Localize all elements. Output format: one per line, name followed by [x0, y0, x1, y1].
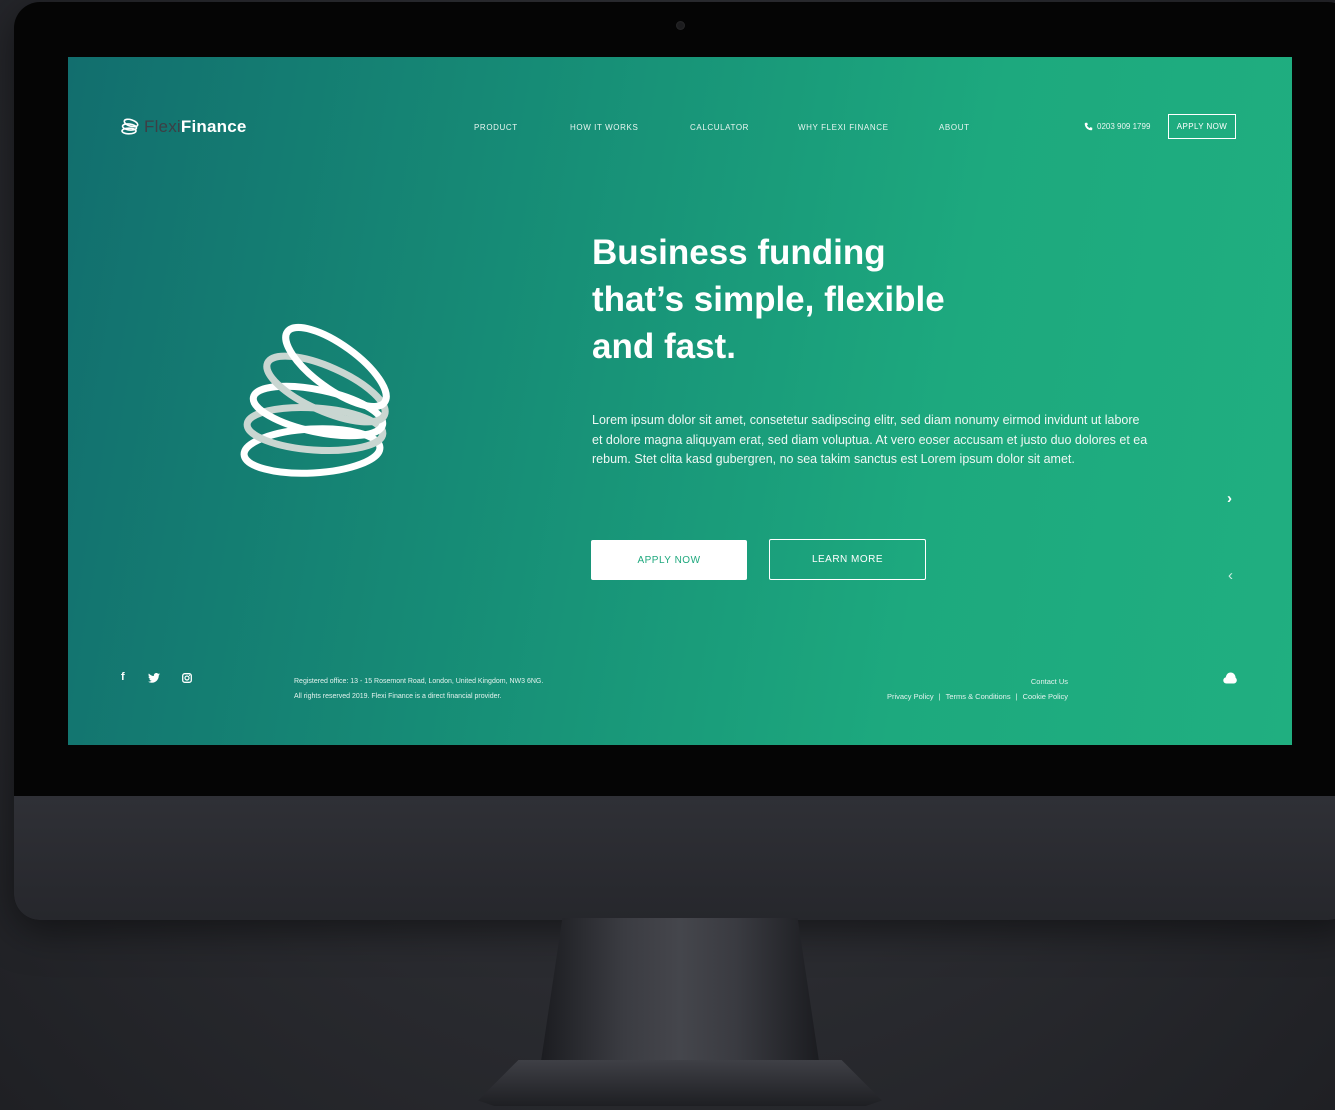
scene-background: FlexiFinance PRODUCT HOW IT WORKS CALCUL…: [0, 0, 1335, 1110]
twitter-icon[interactable]: [148, 673, 160, 683]
nav-how-it-works[interactable]: HOW IT WORKS: [570, 123, 638, 132]
footer-separator: |: [1015, 692, 1018, 701]
nav-why-flexi-finance[interactable]: WHY FLEXI FINANCE: [798, 123, 889, 132]
footer-contact-us-link[interactable]: Contact Us: [1031, 677, 1068, 686]
monitor-chin: [14, 796, 1335, 920]
footer-office-address: Registered office: 13 - 15 Rosemont Road…: [294, 678, 544, 685]
phone-number: 0203 909 1799: [1097, 122, 1151, 131]
hero-title-line-2: that’s simple, flexible: [592, 280, 945, 319]
header-apply-now-button[interactable]: APPLY NOW: [1168, 114, 1236, 139]
nav-calculator[interactable]: CALCULATOR: [690, 123, 749, 132]
footer-rights: All rights reserved 2019. Flexi Finance …: [294, 693, 502, 700]
website-screen: FlexiFinance PRODUCT HOW IT WORKS CALCUL…: [68, 57, 1292, 745]
facebook-icon[interactable]: f: [121, 671, 125, 683]
stacked-rings-icon: [240, 323, 390, 477]
footer-terms-link[interactable]: Terms & Conditions: [946, 692, 1011, 701]
hero-title: Business funding that’s simple, flexible…: [592, 229, 1032, 370]
next-slide-arrow-icon[interactable]: ›: [1227, 491, 1232, 506]
footer-cookie-policy-link[interactable]: Cookie Policy: [1023, 692, 1068, 701]
footer-privacy-policy-link[interactable]: Privacy Policy: [887, 692, 934, 701]
nav-about[interactable]: ABOUT: [939, 123, 970, 132]
instagram-icon[interactable]: [182, 673, 192, 683]
nav-product[interactable]: PRODUCT: [474, 123, 518, 132]
hero-apply-now-button[interactable]: APPLY NOW: [591, 540, 747, 580]
hero-description: Lorem ipsum dolor sit amet, consetetur s…: [592, 413, 1148, 466]
prev-slide-arrow-icon[interactable]: ‹: [1228, 568, 1233, 583]
camera-icon: [676, 21, 685, 30]
phone-contact[interactable]: 0203 909 1799: [1084, 122, 1150, 131]
hero-title-line-1: Business funding: [592, 233, 886, 272]
brand-logo[interactable]: FlexiFinance: [120, 117, 247, 137]
footer-links: Contact Us Privacy Policy | Terms & Condit…: [887, 674, 1068, 704]
monitor-stand-base: [478, 1060, 882, 1106]
hero-learn-more-button[interactable]: LEARN MORE: [769, 539, 926, 580]
footer-separator: |: [938, 692, 941, 701]
phone-icon: [1084, 122, 1093, 131]
hero-title-line-3: and fast.: [592, 327, 736, 366]
footer-company-info: Registered office: 13 - 15 Rosemont Road…: [294, 674, 543, 704]
chat-bubble-icon[interactable]: [1223, 672, 1237, 684]
brand-name-finance: Finance: [180, 117, 247, 136]
brand-name-flexi: Flexi: [144, 117, 181, 136]
brand-name: FlexiFinance: [144, 117, 247, 137]
stacked-rings-icon: [121, 118, 139, 135]
monitor-stand: [540, 918, 820, 1068]
